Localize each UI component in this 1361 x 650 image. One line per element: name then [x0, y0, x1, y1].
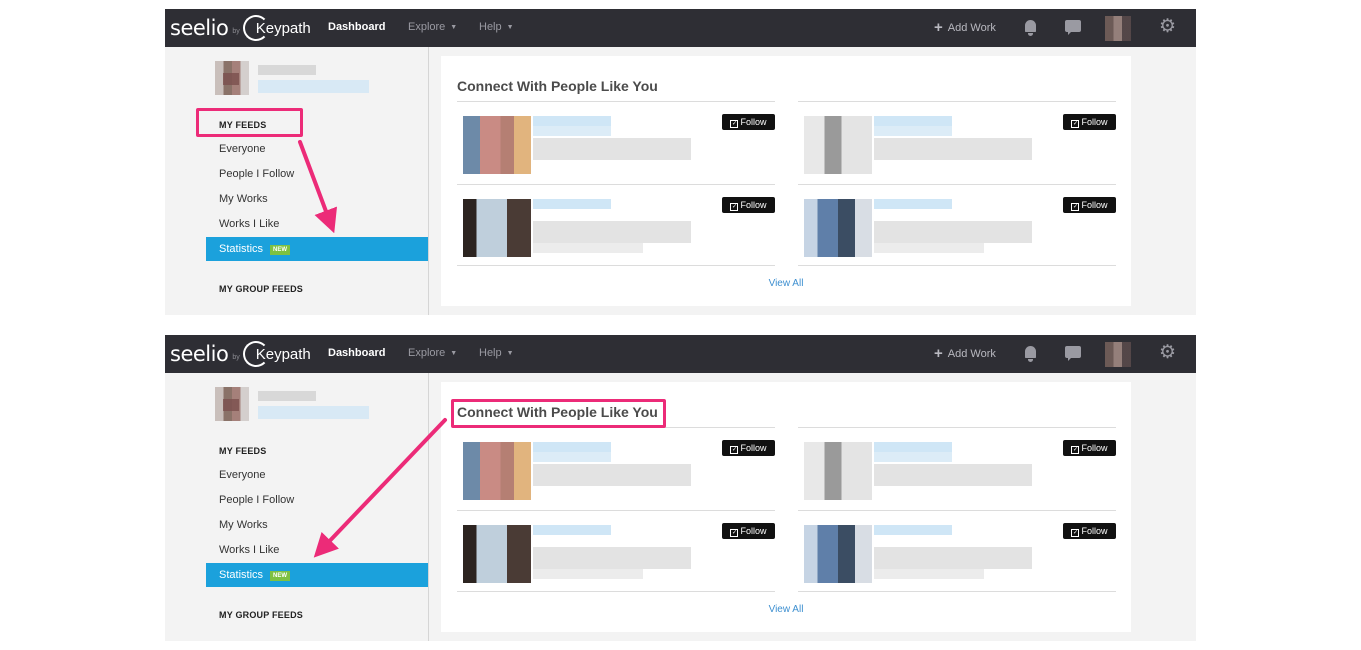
- annotation-arrows: [298, 140, 447, 558]
- arrow-to-statistics: [298, 140, 338, 234]
- arrow-from-connect-title: [313, 418, 447, 558]
